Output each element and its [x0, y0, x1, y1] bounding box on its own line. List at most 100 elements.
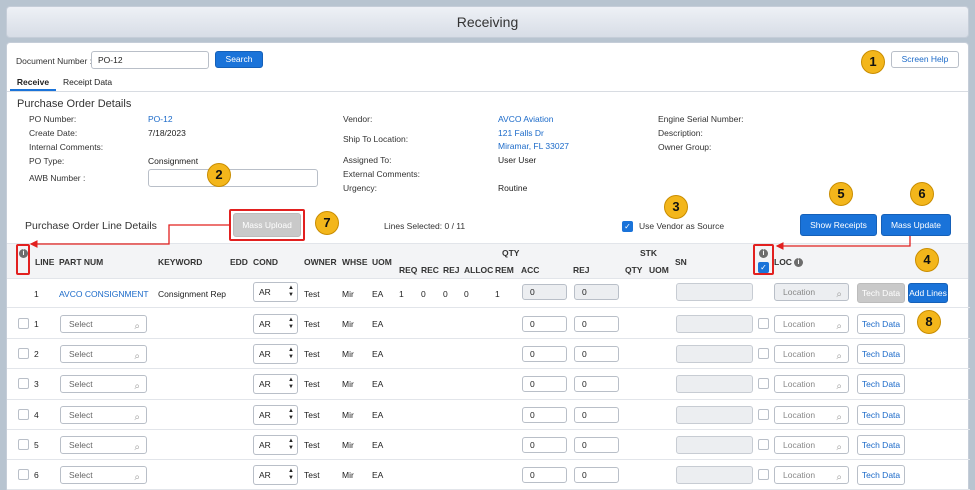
- tech-data-button[interactable]: Tech Data: [857, 465, 905, 485]
- serial-number-input[interactable]: [676, 466, 753, 484]
- accept-qty-input[interactable]: 0: [522, 436, 567, 453]
- reject-qty-input[interactable]: 0: [574, 406, 619, 423]
- po-number-link[interactable]: PO-12: [148, 114, 173, 124]
- part-number-select[interactable]: Select ⌕: [60, 435, 147, 454]
- location-select[interactable]: Location ⌕: [774, 466, 849, 484]
- callout-badge-4: 4: [915, 248, 939, 272]
- urgency-value: Routine: [498, 183, 528, 193]
- tech-data-button[interactable]: Tech Data: [857, 404, 905, 425]
- mass-upload-button[interactable]: Mass Upload: [233, 213, 301, 237]
- reject-qty-input[interactable]: 0: [574, 316, 619, 332]
- location-select[interactable]: Location ⌕: [774, 405, 849, 424]
- part-placeholder: Select: [69, 470, 93, 480]
- ship-to-line1[interactable]: 121 Falls Dr: [498, 128, 544, 138]
- po-type-value: Consignment: [148, 156, 199, 166]
- loc-select-all-checkbox[interactable]: ✓: [758, 262, 769, 273]
- location-select[interactable]: Location ⌕: [774, 375, 849, 394]
- reject-qty-input[interactable]: 0: [574, 467, 619, 483]
- tech-data-button[interactable]: Tech Data: [857, 344, 905, 365]
- condition-select[interactable]: AR ▲ ▼: [253, 282, 298, 302]
- col-line: LINE: [35, 257, 55, 267]
- stepper-icon: ▲ ▼: [288, 285, 294, 298]
- create-date-label: Create Date:: [29, 128, 78, 138]
- vendor-link[interactable]: AVCO Aviation: [498, 114, 553, 124]
- row-select-checkbox[interactable]: [18, 378, 29, 390]
- tech-data-button[interactable]: Tech Data: [857, 283, 905, 303]
- loc-select-checkbox[interactable]: [758, 408, 769, 420]
- line-details-heading: Purchase Order Line Details: [25, 220, 157, 232]
- row-select-checkbox[interactable]: [18, 469, 29, 480]
- col-cond: COND: [253, 257, 279, 267]
- serial-number-input[interactable]: [676, 315, 753, 333]
- condition-select[interactable]: AR ▲ ▼: [253, 314, 298, 334]
- serial-number-input[interactable]: [676, 405, 753, 424]
- row-select-checkbox[interactable]: [18, 438, 29, 450]
- accept-qty-input[interactable]: 0: [522, 284, 567, 300]
- part-number-select[interactable]: Select ⌕: [60, 375, 147, 394]
- uom-value: EA: [372, 349, 384, 360]
- condition-value: AR: [259, 439, 271, 450]
- location-select[interactable]: Location ⌕: [774, 283, 849, 301]
- condition-select[interactable]: AR ▲ ▼: [253, 465, 298, 485]
- show-receipts-button[interactable]: Show Receipts: [800, 214, 877, 236]
- condition-select[interactable]: AR ▲ ▼: [253, 344, 298, 365]
- add-lines-button[interactable]: Add Lines: [908, 283, 948, 303]
- loc-select-checkbox[interactable]: [758, 469, 769, 480]
- accept-qty-input[interactable]: 0: [522, 346, 567, 363]
- callout-badge-7: 7: [315, 211, 339, 235]
- row-divider: [7, 368, 970, 369]
- accept-qty-input[interactable]: 0: [522, 467, 567, 483]
- owner-value: Test: [304, 470, 320, 480]
- location-select[interactable]: Location ⌕: [774, 315, 849, 333]
- part-number-select[interactable]: Select ⌕: [60, 466, 147, 484]
- serial-number-input[interactable]: [676, 435, 753, 454]
- condition-select[interactable]: AR ▲ ▼: [253, 374, 298, 395]
- document-number-input[interactable]: PO-12: [91, 51, 209, 69]
- condition-value: AR: [259, 319, 271, 329]
- loc-select-checkbox[interactable]: [758, 438, 769, 450]
- tab-receive[interactable]: Receive: [10, 77, 56, 91]
- tab-receipt-data[interactable]: Receipt Data: [63, 77, 112, 87]
- condition-select[interactable]: AR ▲ ▼: [253, 434, 298, 455]
- search-icon: ⌕: [134, 351, 140, 363]
- reject-qty-input[interactable]: 0: [574, 346, 619, 363]
- screen-help-button[interactable]: Screen Help: [891, 51, 959, 68]
- row-select-checkbox[interactable]: [18, 348, 29, 360]
- serial-number-input[interactable]: [676, 375, 753, 394]
- location-select[interactable]: Location ⌕: [774, 435, 849, 454]
- serial-number-input[interactable]: [676, 345, 753, 364]
- accept-qty-input[interactable]: 0: [522, 406, 567, 423]
- loc-select-checkbox[interactable]: [758, 378, 769, 390]
- owner-value: Test: [304, 379, 320, 390]
- tech-data-button[interactable]: Tech Data: [857, 374, 905, 395]
- part-number-select[interactable]: Select ⌕: [60, 345, 147, 364]
- accept-qty-input[interactable]: 0: [522, 316, 567, 332]
- tech-data-button[interactable]: Tech Data: [857, 314, 905, 334]
- serial-number-input[interactable]: [676, 283, 753, 301]
- condition-select[interactable]: AR ▲ ▼: [253, 404, 298, 425]
- location-select[interactable]: Location ⌕: [774, 345, 849, 364]
- reject-qty-input[interactable]: 0: [574, 284, 619, 300]
- ship-to-line2[interactable]: Miramar, FL 33027: [498, 141, 569, 151]
- row-select-checkbox[interactable]: [18, 408, 29, 420]
- mass-update-button[interactable]: Mass Update: [881, 214, 951, 236]
- owner-value: Test: [304, 319, 320, 329]
- awb-number-input[interactable]: [148, 169, 318, 187]
- uom-value: EA: [372, 409, 384, 420]
- reject-qty-input[interactable]: 0: [574, 436, 619, 453]
- loc-select-checkbox[interactable]: [758, 318, 769, 329]
- tech-data-button[interactable]: Tech Data: [857, 434, 905, 455]
- part-number-link[interactable]: AVCO CONSIGNMENT: [59, 289, 149, 299]
- info-icon: i: [19, 249, 28, 258]
- part-number-select[interactable]: Select ⌕: [60, 405, 147, 424]
- search-button[interactable]: Search: [215, 51, 263, 68]
- owner-value: Test: [304, 409, 320, 420]
- warehouse-value: Mir: [342, 349, 354, 360]
- part-number-select[interactable]: Select ⌕: [60, 315, 147, 333]
- reject-qty-input[interactable]: 0: [574, 376, 619, 393]
- row-select-checkbox[interactable]: [18, 318, 29, 329]
- part-placeholder: Select: [69, 349, 93, 360]
- accept-qty-input[interactable]: 0: [522, 376, 567, 393]
- vendor-source-checkbox[interactable]: ✓: [622, 221, 633, 232]
- loc-select-checkbox[interactable]: [758, 348, 769, 360]
